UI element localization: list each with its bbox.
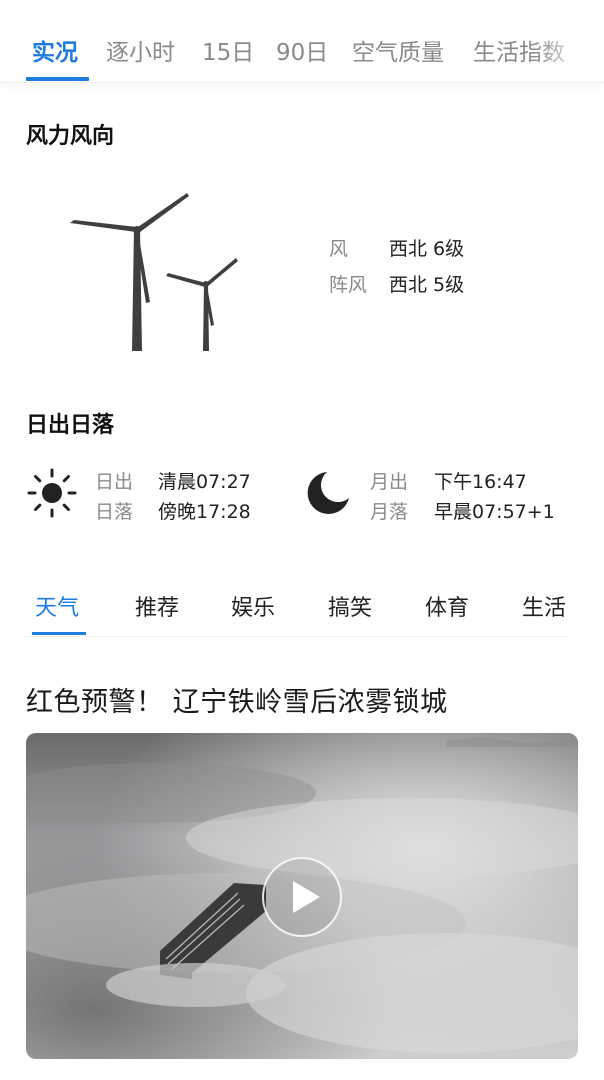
wind-section-title: 风力风向: [26, 124, 115, 149]
wind-value: 西北 6级: [389, 238, 465, 260]
play-icon: [293, 881, 320, 913]
wind-label: 风: [329, 238, 349, 260]
tab-15-day[interactable]: 15日: [202, 33, 254, 67]
top-tab-bar: 实况 逐小时 15日 90日 空气质量 生活指数: [0, 0, 604, 83]
tab-air-quality[interactable]: 空气质量: [352, 33, 444, 67]
play-button[interactable]: [262, 857, 342, 937]
tab-live[interactable]: 实况: [32, 33, 78, 67]
category-tab-funny[interactable]: 搞笑: [328, 590, 372, 622]
category-divider: [26, 636, 570, 637]
sun-icon: [27, 468, 77, 518]
sunset-label: 日落: [95, 501, 134, 523]
tab-hourly[interactable]: 逐小时: [106, 33, 175, 67]
gust-label: 阵风: [329, 274, 368, 296]
sunrise-value: 清晨07:27: [158, 471, 251, 493]
moonset-label: 月落: [370, 501, 409, 523]
tab-90-day[interactable]: 90日: [276, 33, 328, 67]
tab-fade-overlay: [534, 0, 604, 80]
sun-section-title: 日出日落: [26, 413, 115, 438]
news-headline[interactable]: 红色预警！ 辽宁铁岭雪后浓雾锁城: [26, 680, 448, 719]
category-tab-recommended[interactable]: 推荐: [135, 590, 179, 622]
category-tab-life[interactable]: 生活: [522, 590, 566, 622]
moon-icon: [307, 472, 349, 514]
news-video-thumbnail[interactable]: [26, 733, 578, 1059]
category-tab-entertainment[interactable]: 娱乐: [231, 590, 275, 622]
sunrise-label: 日出: [95, 471, 134, 493]
category-tab-weather[interactable]: 天气: [35, 590, 79, 622]
moonrise-label: 月出: [370, 471, 409, 493]
category-tab-sports[interactable]: 体育: [425, 590, 469, 622]
category-active-indicator: [32, 632, 86, 635]
moonrise-value: 下午16:47: [434, 471, 527, 493]
moonset-value: 早晨07:57+1: [434, 501, 555, 523]
sunset-value: 傍晚17:28: [158, 501, 251, 523]
gust-value: 西北 5级: [389, 274, 465, 296]
wind-turbine-icon: [70, 193, 238, 351]
active-tab-indicator: [26, 77, 89, 81]
